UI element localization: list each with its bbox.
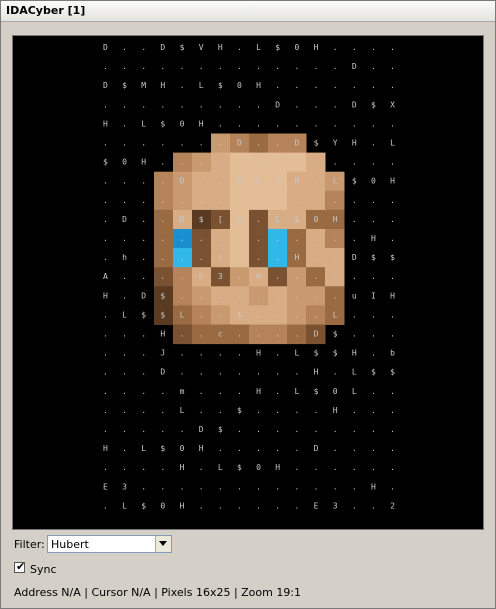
ascii-row: . . . . . . . . . . . . . . H . [103, 234, 395, 243]
ascii-row: E 3 . . . . . . . . . . . . H . [103, 482, 395, 491]
ascii-row: . . . . m . . . H . L $ 0 L . . [103, 387, 395, 396]
ascii-row: . . . . . . . . . . . . . D . . [103, 62, 395, 71]
filter-dropdown[interactable]: Hubert [47, 535, 172, 553]
ascii-row: H . L $ 0 H . . . . . D . . . . [103, 444, 395, 453]
idacyber-window: IDACyber [1] D . . D $ V H . L $ 0 H . .… [0, 0, 496, 609]
window-title: IDACyber [1] [6, 4, 86, 17]
ascii-row: A . . . . E 3 . H . . . . . . . [103, 272, 395, 281]
ascii-row: . . . . . D $ . . . . . . . . . [103, 425, 395, 434]
ascii-row: D $ M H . L $ 0 H . . . . . . . [103, 81, 395, 90]
ascii-row: . . . . H . L $ 0 H . . . . . . [103, 463, 395, 472]
sync-label: Sync [30, 563, 57, 576]
ascii-overlay: D . . D $ V H . L $ 0 H . . . . . . . . .… [103, 43, 395, 510]
ascii-row: . . . . . . . . . D . . . D $ X [103, 100, 395, 109]
title-bar[interactable]: IDACyber [1] [1, 1, 495, 22]
ascii-row: . . . . . . . . . . . . . . . . [103, 196, 395, 205]
ascii-row: . . . H . . c . . . . D $ . . . [103, 330, 395, 339]
ascii-row: H . D $ . . . . . . . . . u I H [103, 291, 395, 300]
sync-checkbox[interactable]: ✔ [14, 560, 26, 573]
ascii-row: . . . J . . . . H . L $ $ H . b [103, 349, 395, 358]
status-bar-text: Address N/A | Cursor N/A | Pixels 16x25 … [14, 586, 302, 599]
ascii-row: . . . . . . . D . . D $ Y H . L [103, 139, 395, 148]
ascii-row: . D . . D $ [ H . L $ 0 H . . . [103, 215, 395, 224]
ascii-row: . L $ 0 H . . . . . . E 3 . . 2 [103, 501, 395, 510]
filter-selected-value: Hubert [51, 538, 89, 551]
ascii-row: D . . D $ V H . L $ 0 H . . . . [103, 43, 395, 52]
filter-label: Filter: [14, 538, 45, 551]
pixel-canvas-svg[interactable]: D . . D $ V H . L $ 0 H . . . . . . . . .… [13, 36, 483, 529]
ascii-row: . . . . D . . D $ I H . L $ 0 H [103, 177, 395, 186]
ascii-row: . . . . L . . $ . . . . H . . . [103, 406, 395, 415]
dropdown-arrow-button[interactable] [155, 536, 171, 552]
pixel-canvas[interactable]: D . . D $ V H . L $ 0 H . . . . . . . . .… [12, 35, 484, 530]
ascii-row: . h . . . . ) . . . H . . D $ $ [103, 253, 395, 262]
ascii-row: H . L $ 0 H . . . . . . . . . . [103, 119, 395, 128]
chevron-down-icon [159, 541, 167, 546]
ascii-row: . L $ $ L . . $ . . . . L . . . [103, 310, 395, 319]
checkmark-icon: ✔ [16, 560, 26, 573]
ascii-row: $ 0 H . . . . . . . . . . . . . [103, 158, 395, 167]
ascii-row: . . . D . . . . . . . H . L $ $ [103, 368, 395, 377]
